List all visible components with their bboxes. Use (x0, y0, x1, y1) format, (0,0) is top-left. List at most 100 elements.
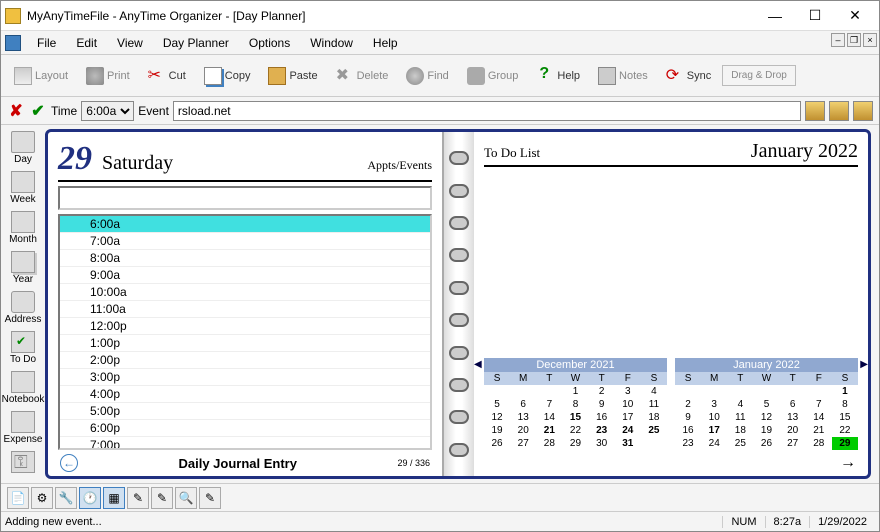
minical-day[interactable]: 9 (675, 411, 701, 424)
allday-event-box[interactable] (58, 186, 432, 210)
minical-day[interactable]: 30 (589, 437, 615, 450)
menu-edit[interactable]: Edit (66, 33, 107, 53)
minical-day[interactable]: 6 (780, 398, 806, 411)
view-btn-4[interactable]: 🕐 (79, 487, 101, 509)
minical-day[interactable]: 11 (727, 411, 753, 424)
minical-day[interactable]: 14 (806, 411, 832, 424)
minical-day[interactable]: 21 (536, 424, 562, 437)
sidebar-month[interactable]: Month (3, 209, 43, 249)
close-button[interactable]: ✕ (835, 4, 875, 28)
minical-day[interactable]: 24 (701, 437, 727, 450)
minical-day[interactable]: 14 (536, 411, 562, 424)
minical-day[interactable]: 15 (832, 411, 858, 424)
minical-day[interactable]: 27 (510, 437, 536, 450)
print-button[interactable]: Print (79, 62, 137, 90)
minical-day[interactable]: 17 (615, 411, 641, 424)
minical-day[interactable]: 13 (780, 411, 806, 424)
minical-day[interactable]: 12 (484, 411, 510, 424)
next-day-button[interactable]: → (840, 454, 856, 472)
minical-day[interactable]: 31 (615, 437, 641, 450)
find-button[interactable]: Find (399, 62, 455, 90)
minical-day[interactable]: 1 (832, 385, 858, 398)
menu-options[interactable]: Options (239, 33, 300, 53)
sidebar-password[interactable] (3, 449, 43, 478)
view-btn-8[interactable]: 🔍 (175, 487, 197, 509)
time-slot[interactable]: 5:00p (60, 403, 430, 420)
menu-window[interactable]: Window (300, 33, 363, 53)
time-slot[interactable]: 12:00p (60, 318, 430, 335)
minical-day[interactable]: 5 (484, 398, 510, 411)
minical-day[interactable]: 11 (641, 398, 667, 411)
minical-day[interactable]: 4 (641, 385, 667, 398)
group-button[interactable]: Group (460, 62, 526, 90)
minical-day[interactable]: 16 (675, 424, 701, 437)
time-select[interactable]: 6:00a (81, 101, 134, 121)
minical-day[interactable]: 7 (536, 398, 562, 411)
cut-button[interactable]: Cut (141, 62, 193, 90)
time-slot[interactable]: 10:00a (60, 284, 430, 301)
sidebar-expense[interactable]: Expense (3, 409, 43, 449)
copy-button[interactable]: Copy (197, 62, 258, 90)
time-slot[interactable]: 8:00a (60, 250, 430, 267)
minical-day[interactable]: 10 (701, 411, 727, 424)
view-btn-3[interactable]: 🔧 (55, 487, 77, 509)
minical-day[interactable]: 23 (675, 437, 701, 450)
minical-day[interactable]: 15 (562, 411, 588, 424)
delete-button[interactable]: Delete (329, 62, 396, 90)
sidebar-week[interactable]: Week (3, 169, 43, 209)
minical-day[interactable]: 16 (589, 411, 615, 424)
layout-button[interactable]: Layout (7, 62, 75, 90)
menu-view[interactable]: View (107, 33, 153, 53)
minical-day[interactable]: 7 (806, 398, 832, 411)
event-tool-2[interactable] (829, 101, 849, 121)
menu-help[interactable]: Help (363, 33, 408, 53)
minical-day[interactable]: 19 (753, 424, 779, 437)
mdi-minimize[interactable]: – (831, 33, 845, 47)
time-slot[interactable]: 2:00p (60, 352, 430, 369)
view-btn-5[interactable]: ▦ (103, 487, 125, 509)
sidebar-day[interactable]: Day (3, 129, 43, 169)
view-btn-2[interactable]: ⚙ (31, 487, 53, 509)
minical-day[interactable]: 23 (589, 424, 615, 437)
event-tool-1[interactable] (805, 101, 825, 121)
dragdrop-area[interactable]: Drag & Drop (722, 65, 796, 86)
minical-day[interactable]: 6 (510, 398, 536, 411)
minical-prev-button[interactable]: ◀ (474, 359, 482, 370)
minimize-button[interactable]: — (755, 4, 795, 28)
minical-day[interactable]: 29 (562, 437, 588, 450)
minical-day[interactable]: 20 (780, 424, 806, 437)
minical-day[interactable]: 8 (562, 398, 588, 411)
minical-day[interactable]: 26 (484, 437, 510, 450)
menu-day-planner[interactable]: Day Planner (153, 33, 239, 53)
minical-day[interactable]: 9 (589, 398, 615, 411)
sidebar-notebook[interactable]: Notebook (3, 369, 43, 409)
minical-day[interactable]: 2 (675, 398, 701, 411)
minical-day[interactable]: 13 (510, 411, 536, 424)
minical-day[interactable]: 29 (832, 437, 858, 450)
prev-day-button[interactable]: ← (60, 454, 78, 472)
minical-day[interactable]: 12 (753, 411, 779, 424)
time-slot[interactable]: 7:00a (60, 233, 430, 250)
view-btn-6[interactable]: ✎ (127, 487, 149, 509)
minical-day[interactable]: 3 (615, 385, 641, 398)
minical-day[interactable]: 27 (780, 437, 806, 450)
minical-day[interactable]: 20 (510, 424, 536, 437)
minical-day[interactable]: 2 (589, 385, 615, 398)
minical-day[interactable]: 19 (484, 424, 510, 437)
event-input[interactable] (173, 101, 801, 121)
time-slot[interactable]: 3:00p (60, 369, 430, 386)
minical-next-button[interactable]: ▶ (860, 359, 868, 370)
time-slot[interactable]: 4:00p (60, 386, 430, 403)
minical-day[interactable]: 24 (615, 424, 641, 437)
maximize-button[interactable]: ☐ (795, 4, 835, 28)
minical-day[interactable]: 28 (536, 437, 562, 450)
mdi-restore[interactable]: ❐ (847, 33, 861, 47)
minical-day[interactable]: 25 (727, 437, 753, 450)
minical-day[interactable]: 18 (727, 424, 753, 437)
minical-day[interactable]: 28 (806, 437, 832, 450)
help-button[interactable]: Help (529, 62, 587, 90)
minical-day[interactable]: 18 (641, 411, 667, 424)
todo-body[interactable]: ◀ December 2021 SMTWTFS 1234567891011121… (484, 171, 858, 450)
minical-day[interactable]: 3 (701, 398, 727, 411)
paste-button[interactable]: Paste (261, 62, 324, 90)
